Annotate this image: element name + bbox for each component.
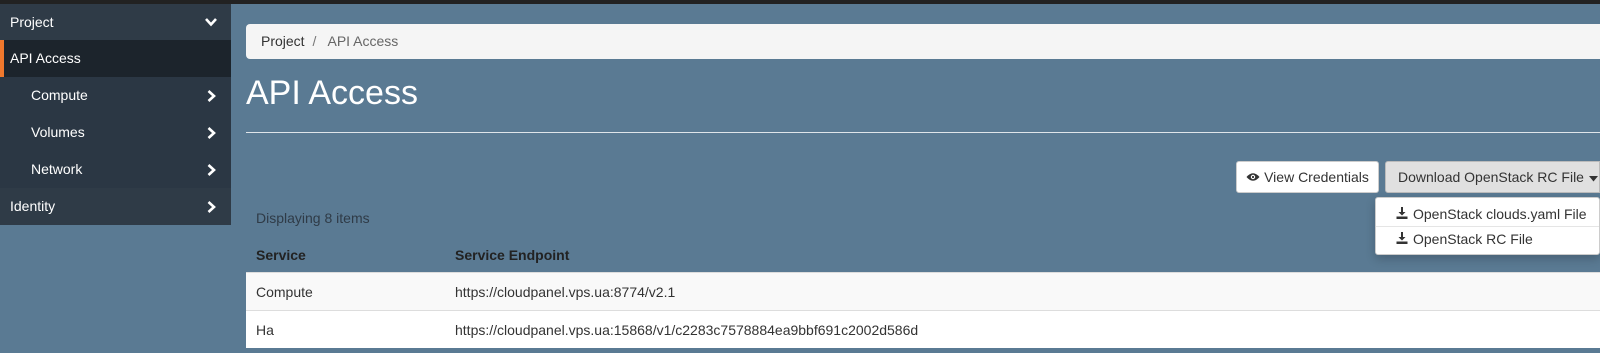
sidebar-item-identity[interactable]: Identity (0, 188, 231, 225)
menu-item-label: OpenStack clouds.yaml File (1413, 206, 1587, 222)
download-rc-label: Download OpenStack RC File (1398, 169, 1584, 185)
table-body: Compute https://cloudpanel.vps.ua:8774/v… (246, 272, 1600, 348)
download-rc-button[interactable]: Download OpenStack RC File (1385, 161, 1600, 193)
title-divider (246, 132, 1600, 133)
breadcrumb-separator: / (312, 33, 317, 49)
sidebar-item-label: Network (31, 161, 83, 177)
breadcrumb-root-link[interactable]: Project (261, 33, 305, 49)
sidebar-item-label: Identity (10, 198, 56, 214)
sidebar-item-network[interactable]: Network (0, 151, 231, 188)
top-bar (0, 0, 1600, 4)
chevron-right-icon (203, 151, 219, 188)
sidebar-item-volumes[interactable]: Volumes (0, 114, 231, 151)
menu-item-clouds-yaml[interactable]: OpenStack clouds.yaml File (1376, 202, 1599, 226)
breadcrumb-current: API Access (327, 33, 399, 49)
sidebar: Project API Access Compute Volumes Netwo… (0, 4, 231, 225)
table-header: Service Service Endpoint (246, 238, 1600, 272)
table-row: Compute https://cloudpanel.vps.ua:8774/v… (246, 272, 1600, 310)
column-header-service[interactable]: Service (256, 238, 306, 272)
page-title: API Access (246, 74, 418, 112)
sidebar-item-label: Project (10, 14, 54, 30)
cell-service: Compute (256, 284, 313, 300)
view-credentials-button[interactable]: View Credentials (1236, 161, 1379, 193)
sidebar-item-label: API Access (10, 50, 81, 66)
sidebar-item-api-access[interactable]: API Access (0, 40, 231, 77)
cell-endpoint: https://cloudpanel.vps.ua:8774/v2.1 (455, 284, 676, 300)
table-row: Ha https://cloudpanel.vps.ua:15868/v1/c2… (246, 310, 1600, 348)
sidebar-item-label: Volumes (31, 124, 85, 140)
sidebar-item-project[interactable]: Project (0, 4, 231, 40)
chevron-right-icon (203, 114, 219, 151)
column-header-endpoint[interactable]: Service Endpoint (455, 238, 569, 272)
eye-icon (1246, 169, 1260, 185)
cell-service: Ha (256, 322, 274, 338)
chevron-right-icon (203, 188, 219, 225)
items-count: Displaying 8 items (256, 210, 370, 226)
breadcrumb: Project / API Access (246, 24, 1600, 59)
caret-down-icon (1588, 169, 1598, 185)
sidebar-item-compute[interactable]: Compute (0, 77, 231, 114)
sidebar-item-label: Compute (31, 87, 88, 103)
chevron-down-icon (203, 4, 219, 40)
view-credentials-label: View Credentials (1264, 169, 1369, 185)
download-icon (1396, 202, 1408, 226)
chevron-right-icon (203, 77, 219, 114)
cell-endpoint: https://cloudpanel.vps.ua:15868/v1/c2283… (455, 322, 919, 338)
